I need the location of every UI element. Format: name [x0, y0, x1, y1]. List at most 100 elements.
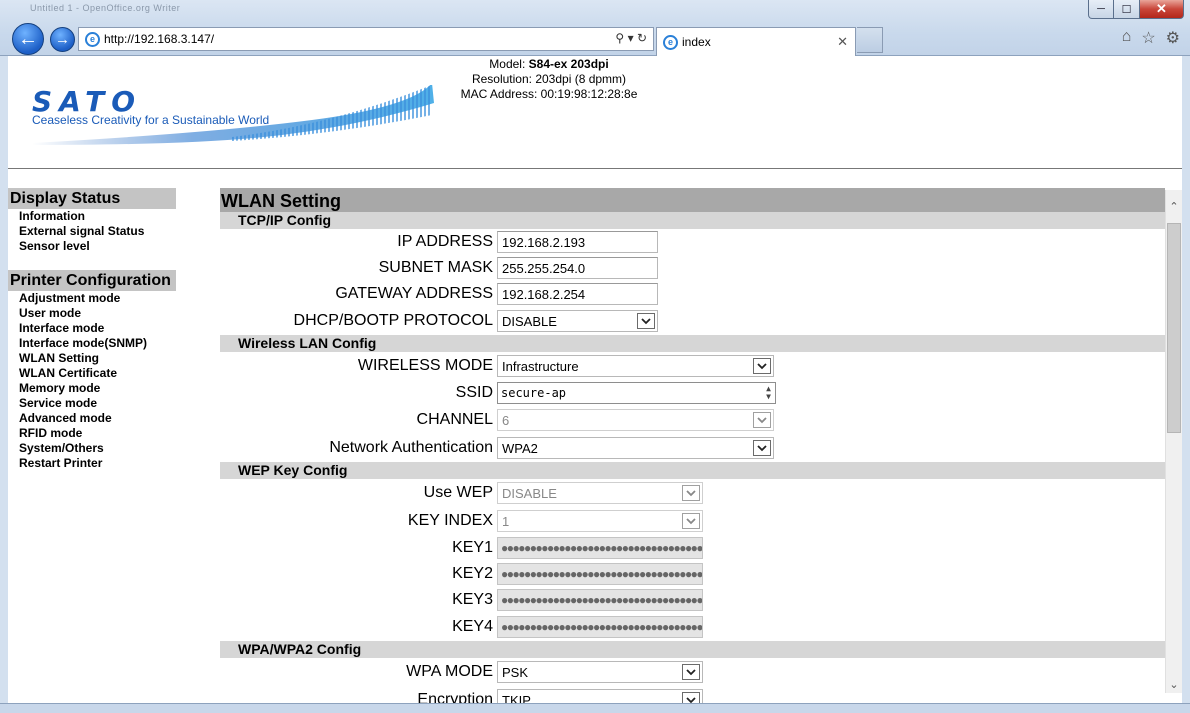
subnet-mask-input[interactable]: 255.255.254.0	[497, 257, 658, 279]
row-use-wep: Use WEP DISABLE	[220, 479, 1165, 507]
chevron-down-icon	[682, 485, 700, 501]
wireless-mode-select[interactable]: Infrastructure	[497, 355, 774, 377]
wpa-mode-select[interactable]: PSK	[497, 661, 703, 683]
vertical-scrollbar[interactable]: ⌃ ⌄	[1165, 190, 1182, 693]
row-wireless-mode: WIRELESS MODE Infrastructure	[220, 352, 1165, 380]
sidebar-heading-display-status: Display Status	[8, 188, 176, 209]
sidebar-item-rfid-mode[interactable]: RFID mode	[8, 426, 178, 441]
subnet-mask-label: SUBNET MASK	[378, 259, 493, 276]
key4-input[interactable]: ●●●●●●●●●●●●●●●●●●●●●●●●●●●●●●●●●●●●●●●●	[497, 616, 703, 638]
scroll-down-icon[interactable]: ⌄	[1166, 676, 1182, 693]
forward-button[interactable]: →	[50, 27, 75, 52]
row-ssid: SSID secure-ap ▲ ▼	[220, 380, 1165, 406]
home-icon[interactable]: ⌂	[1122, 28, 1132, 48]
wpa-mode-value: PSK	[502, 664, 529, 680]
browser-tab-index[interactable]: e index ✕	[656, 27, 856, 56]
sidebar-item-restart-printer[interactable]: Restart Printer	[8, 456, 178, 471]
settings-gear-icon[interactable]: ⚙	[1166, 28, 1180, 48]
minimize-button[interactable]: ─	[1088, 0, 1114, 19]
section-tcpip-config: TCP/IP Config	[220, 212, 1165, 229]
network-authentication-label: Network Authentication	[329, 439, 493, 456]
use-wep-value: DISABLE	[502, 485, 557, 501]
address-bar[interactable]: e http://192.168.3.147/ ⚲ ▾ ↻	[78, 27, 654, 51]
sidebar-item-interface-mode[interactable]: Interface mode	[8, 321, 178, 336]
wireless-mode-label: WIRELESS MODE	[357, 357, 493, 374]
browser-toolbar-icons: ⌂ ☆ ⚙	[1122, 28, 1180, 48]
new-tab-button[interactable]	[857, 27, 883, 53]
close-window-button[interactable]: ✕	[1140, 0, 1184, 19]
chevron-down-icon	[753, 358, 771, 374]
gateway-address-input[interactable]: 192.168.2.254	[497, 283, 658, 305]
window-controls: ─ ☐ ✕	[1088, 0, 1184, 19]
key3-input[interactable]: ●●●●●●●●●●●●●●●●●●●●●●●●●●●●●●●●●●●●●●●●	[497, 589, 703, 611]
row-channel: CHANNEL 6	[220, 406, 1165, 434]
sidebar-item-adjustment-mode[interactable]: Adjustment mode	[8, 291, 178, 306]
dropdown-arrow-icon[interactable]: ▾	[628, 31, 634, 45]
sidebar-nav: Display Status Information External sign…	[8, 188, 178, 471]
sidebar-item-memory-mode[interactable]: Memory mode	[8, 381, 178, 396]
sidebar-item-system-others[interactable]: System/Others	[8, 441, 178, 456]
mac-label: MAC Address:	[460, 87, 538, 101]
sidebar-item-wlan-certificate[interactable]: WLAN Certificate	[8, 366, 178, 381]
section-wireless-lan-config: Wireless LAN Config	[220, 335, 1165, 352]
search-icon[interactable]: ⚲	[615, 31, 624, 45]
dhcp-bootp-label: DHCP/BOOTP PROTOCOL	[293, 312, 493, 329]
forward-arrow-icon: →	[55, 31, 70, 48]
scrollbar-thumb[interactable]	[1167, 223, 1181, 433]
mac-line: MAC Address: 00:19:98:12:28:8e	[8, 87, 1090, 102]
mac-value: 00:19:98:12:28:8e	[540, 87, 638, 101]
tab-close-icon[interactable]: ✕	[837, 34, 848, 50]
row-key2: KEY2 ●●●●●●●●●●●●●●●●●●●●●●●●●●●●●●●●●●●…	[220, 561, 1165, 587]
sidebar-item-sensor-level[interactable]: Sensor level	[8, 239, 178, 254]
model-value: S84-ex 203dpi	[528, 57, 609, 71]
background-window-title: Untitled 1 - OpenOffice.org Writer	[30, 3, 181, 13]
row-key4: KEY4 ●●●●●●●●●●●●●●●●●●●●●●●●●●●●●●●●●●●…	[220, 613, 1165, 641]
dhcp-bootp-value: DISABLE	[502, 313, 557, 329]
key2-label: KEY2	[452, 565, 493, 582]
window-frame-left	[0, 56, 8, 704]
key-index-select[interactable]: 1	[497, 510, 703, 532]
section-wpa-config: WPA/WPA2 Config	[220, 641, 1165, 658]
use-wep-select[interactable]: DISABLE	[497, 482, 703, 504]
key-index-value: 1	[502, 513, 510, 529]
channel-select[interactable]: 6	[497, 409, 774, 431]
network-authentication-select[interactable]: WPA2	[497, 437, 774, 459]
sidebar-item-advanced-mode[interactable]: Advanced mode	[8, 411, 178, 426]
ssid-input[interactable]: secure-ap ▲ ▼	[497, 382, 776, 404]
ssid-value: secure-ap	[501, 386, 567, 400]
model-line: Model: S84-ex 203dpi	[8, 57, 1090, 72]
key2-input[interactable]: ●●●●●●●●●●●●●●●●●●●●●●●●●●●●●●●●●●●●●●●●	[497, 563, 703, 585]
sidebar-item-service-mode[interactable]: Service mode	[8, 396, 178, 411]
logo-tagline: Ceaseless Creativity for a Sustainable W…	[32, 113, 270, 127]
gateway-address-label: GATEWAY ADDRESS	[335, 285, 493, 302]
channel-label: CHANNEL	[416, 411, 493, 428]
key1-input[interactable]: ●●●●●●●●●●●●●●●●●●●●●●●●●●●●●●●●●●●●●●●●	[497, 537, 703, 559]
sidebar-item-interface-mode-snmp[interactable]: Interface mode(SNMP)	[8, 336, 178, 351]
refresh-icon[interactable]: ↻	[637, 31, 647, 45]
dhcp-bootp-select[interactable]: DISABLE	[497, 310, 658, 332]
ie-page-icon: e	[85, 31, 100, 47]
sidebar-item-information[interactable]: Information	[8, 209, 178, 224]
sidebar-item-wlan-setting[interactable]: WLAN Setting	[8, 351, 178, 366]
row-key3: KEY3 ●●●●●●●●●●●●●●●●●●●●●●●●●●●●●●●●●●●…	[220, 587, 1165, 613]
channel-value: 6	[502, 412, 510, 428]
browser-chrome: Untitled 1 - OpenOffice.org Writer ─ ☐ ✕…	[0, 0, 1190, 56]
back-button[interactable]: ←	[12, 23, 44, 55]
row-dhcp-bootp: DHCP/BOOTP PROTOCOL DISABLE	[220, 307, 1165, 335]
key-index-label: KEY INDEX	[407, 512, 493, 529]
favorites-star-icon[interactable]: ☆	[1141, 28, 1155, 48]
maximize-button[interactable]: ☐	[1114, 0, 1140, 19]
chevron-down-icon	[637, 313, 655, 329]
section-wep-key-config: WEP Key Config	[220, 462, 1165, 479]
ip-address-input[interactable]: 192.168.2.193	[497, 231, 658, 253]
row-wpa-mode: WPA MODE PSK	[220, 658, 1165, 686]
page-header: SATO Ceaseless Creativity for a Sustaina…	[8, 57, 1182, 169]
window-frame-right	[1182, 56, 1190, 704]
sidebar-item-user-mode[interactable]: User mode	[8, 306, 178, 321]
wireless-mode-value: Infrastructure	[502, 358, 579, 374]
scroll-up-icon[interactable]: ⌃	[1166, 198, 1182, 215]
chevron-down-icon	[682, 664, 700, 680]
ssid-spin-icon[interactable]: ▲ ▼	[766, 385, 771, 401]
sidebar-item-external-signal-status[interactable]: External signal Status	[8, 224, 178, 239]
key4-label: KEY4	[452, 618, 493, 635]
